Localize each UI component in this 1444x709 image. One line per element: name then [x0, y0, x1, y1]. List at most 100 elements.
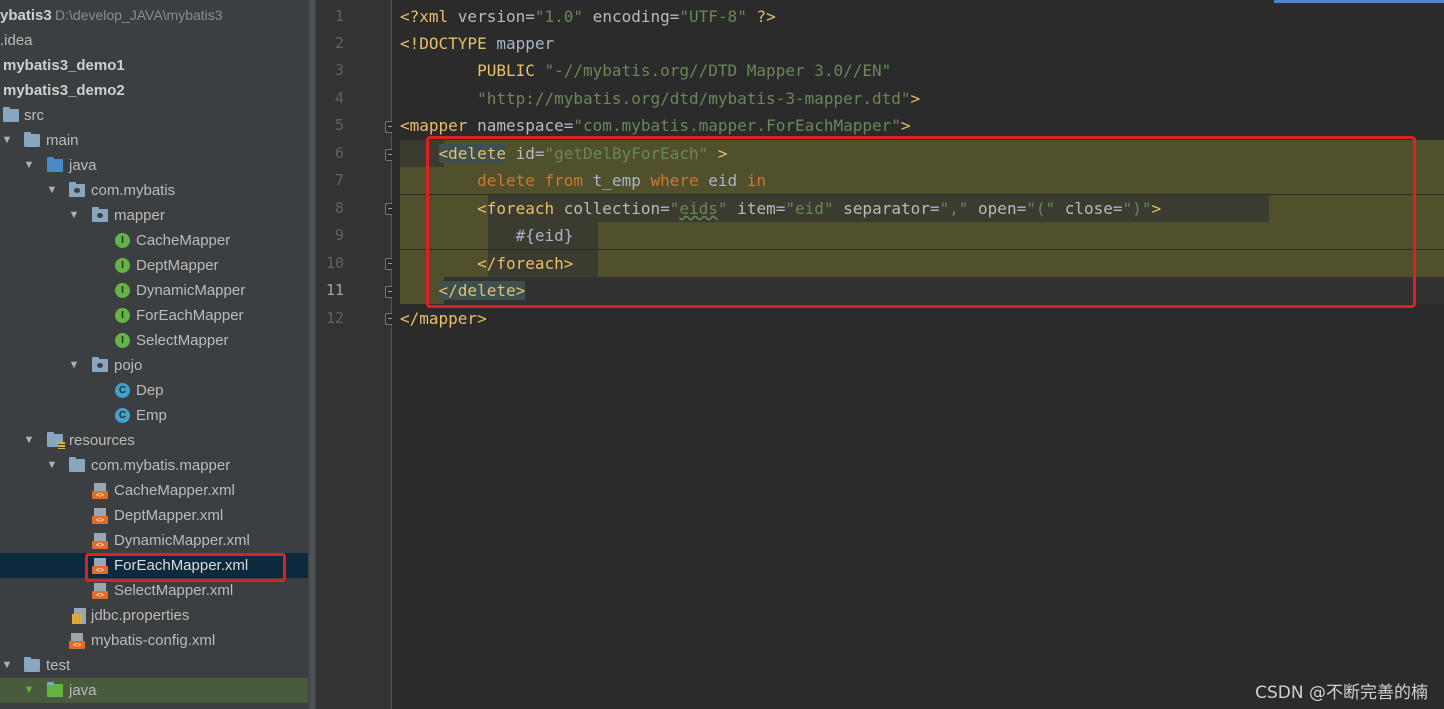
tree-item-interface[interactable]: I SelectMapper [0, 328, 308, 353]
line-number: 8 [334, 199, 344, 217]
chevron-down-icon[interactable]: ▼ [67, 353, 81, 378]
chevron-down-icon[interactable]: ▼ [0, 653, 14, 678]
tree-item-label: main [46, 132, 79, 149]
folder-icon [69, 457, 85, 472]
xml-file-icon: <> [69, 633, 85, 649]
tree-scrollbar-thumb[interactable] [309, 0, 315, 709]
chevron-down-icon[interactable]: ▼ [22, 428, 36, 453]
chevron-down-icon[interactable]: ▼ [22, 678, 36, 703]
tree-item-class[interactable]: C Dep [0, 378, 308, 403]
line-number-gutter: 1 2 3 4 5 6 7 8 9 10 11 12 [316, 0, 392, 709]
tree-item-interface[interactable]: I ForEachMapper [0, 303, 308, 328]
tree-item-mapper[interactable]: ▼ mapper [0, 203, 308, 228]
tree-item-label: mybatis-config.xml [91, 632, 216, 649]
line-number: 3 [334, 61, 344, 79]
tree-item-interface[interactable]: I DynamicMapper [0, 278, 308, 303]
tree-item-main[interactable]: ▼ main [0, 128, 308, 153]
line-number: 6 [334, 144, 344, 162]
chevron-down-icon[interactable]: ▼ [45, 453, 59, 478]
tree-item-label: DynamicMapper.xml [114, 532, 250, 549]
project-root-label: ybatis3 [0, 7, 52, 24]
code-line-12: </mapper> [400, 309, 487, 328]
tree-item-class[interactable]: C Emp [0, 403, 308, 428]
tree-item-label: CacheMapper.xml [114, 482, 235, 499]
chevron-down-icon[interactable]: ▼ [0, 128, 14, 153]
package-icon [92, 357, 108, 372]
tree-item-src[interactable]: src [0, 103, 308, 128]
code-editor[interactable]: <?xml version="1.0" encoding="UTF-8" ?> … [392, 0, 1444, 709]
tree-item-java[interactable]: ▼ java [0, 153, 308, 178]
package-icon [92, 207, 108, 222]
xml-file-icon: <> [92, 583, 108, 599]
source-folder-icon [47, 157, 63, 172]
tree-item-test[interactable]: ▼ test [0, 653, 308, 678]
test-folder-icon [47, 682, 63, 697]
tree-item-demo1[interactable]: mybatis3_demo1 [0, 53, 308, 78]
tree-item-config[interactable]: <> mybatis-config.xml [0, 628, 308, 653]
tree-item-label: com.mybatis [91, 182, 176, 199]
properties-file-icon [72, 608, 88, 624]
code-line-4: "http://mybatis.org/dtd/mybatis-3-mapper… [477, 89, 921, 108]
tree-item-properties[interactable]: jdbc.properties [0, 603, 308, 628]
line-number-current: 11 [325, 281, 344, 299]
line-number: 10 [325, 254, 344, 272]
tree-item-xml[interactable]: <> DeptMapper.xml [0, 503, 308, 528]
tree-item-label: .idea [0, 32, 33, 49]
tree-item-label: Dep [136, 382, 164, 399]
resources-folder-icon [47, 432, 65, 449]
tree-item-package[interactable]: ▼ com.mybatis [0, 178, 308, 203]
package-icon [69, 182, 85, 197]
tree-item-label: java [69, 682, 97, 699]
project-root-path: D:\develop_JAVA\mybatis3 [55, 7, 223, 23]
xml-file-icon: <> [92, 508, 108, 524]
chevron-down-icon[interactable]: ▼ [67, 203, 81, 228]
line-number: 7 [334, 171, 344, 189]
tree-item-label: mapper [114, 207, 165, 224]
tree-item-label: com.mybatis.mapper [91, 457, 231, 474]
tree-item-pojo[interactable]: ▼ pojo [0, 353, 308, 378]
watermark: CSDN @不断完善的楠 [1255, 683, 1428, 703]
class-icon: C [115, 383, 130, 398]
tree-item-label: mybatis3_demo2 [3, 82, 125, 99]
tree-root[interactable]: ybatis3 D:\develop_JAVA\mybatis3 [0, 3, 308, 28]
code-line-5: <mapper namespace="com.mybatis.mapper.Fo… [400, 116, 911, 135]
tree-item-res-package[interactable]: ▼ com.mybatis.mapper [0, 453, 308, 478]
selected-file-highlight-box [85, 553, 286, 582]
tree-item-label: pojo [114, 357, 143, 374]
chevron-down-icon[interactable]: ▼ [45, 178, 59, 203]
folder-icon [3, 107, 19, 122]
tree-item-label: src [24, 107, 44, 124]
interface-icon: I [115, 333, 130, 348]
chevron-down-icon[interactable]: ▼ [22, 153, 36, 178]
tree-item-interface[interactable]: I DeptMapper [0, 253, 308, 278]
tree-item-label: SelectMapper [136, 332, 229, 349]
line-number: 9 [334, 226, 344, 244]
tree-item-idea[interactable]: .idea [0, 28, 308, 53]
tree-item-label: ForEachMapper [136, 307, 244, 324]
line-number: 4 [334, 89, 344, 107]
xml-file-icon: <> [92, 533, 108, 549]
tree-item-label: mybatis3_demo1 [3, 57, 125, 74]
tree-item-label: jdbc.properties [91, 607, 190, 624]
xml-file-icon: <> [92, 483, 108, 499]
tree-item-label: DeptMapper [136, 257, 219, 274]
code-line-1: <?xml version="1.0" encoding="UTF-8" ?> [400, 7, 776, 26]
folder-icon [24, 132, 40, 147]
line-number: 5 [334, 116, 344, 134]
tree-item-demo2[interactable]: mybatis3_demo2 [0, 78, 308, 103]
tree-item-xml[interactable]: <> CacheMapper.xml [0, 478, 308, 503]
interface-icon: I [115, 308, 130, 323]
interface-icon: I [115, 283, 130, 298]
interface-icon: I [115, 233, 130, 248]
tree-item-test-java[interactable]: ▼ java [0, 678, 308, 703]
class-icon: C [115, 408, 130, 423]
tree-item-resources[interactable]: ▼ resources [0, 428, 308, 453]
tree-item-interface[interactable]: I CacheMapper [0, 228, 308, 253]
folder-icon [24, 657, 40, 672]
code-line-2: <!DOCTYPE mapper [400, 34, 555, 53]
editor-tab-indicator [1274, 0, 1444, 3]
code-highlight-box [426, 136, 1416, 308]
tree-item-label: Emp [136, 407, 167, 424]
tree-item-label: resources [69, 432, 135, 449]
tree-item-xml[interactable]: <> DynamicMapper.xml [0, 528, 308, 553]
